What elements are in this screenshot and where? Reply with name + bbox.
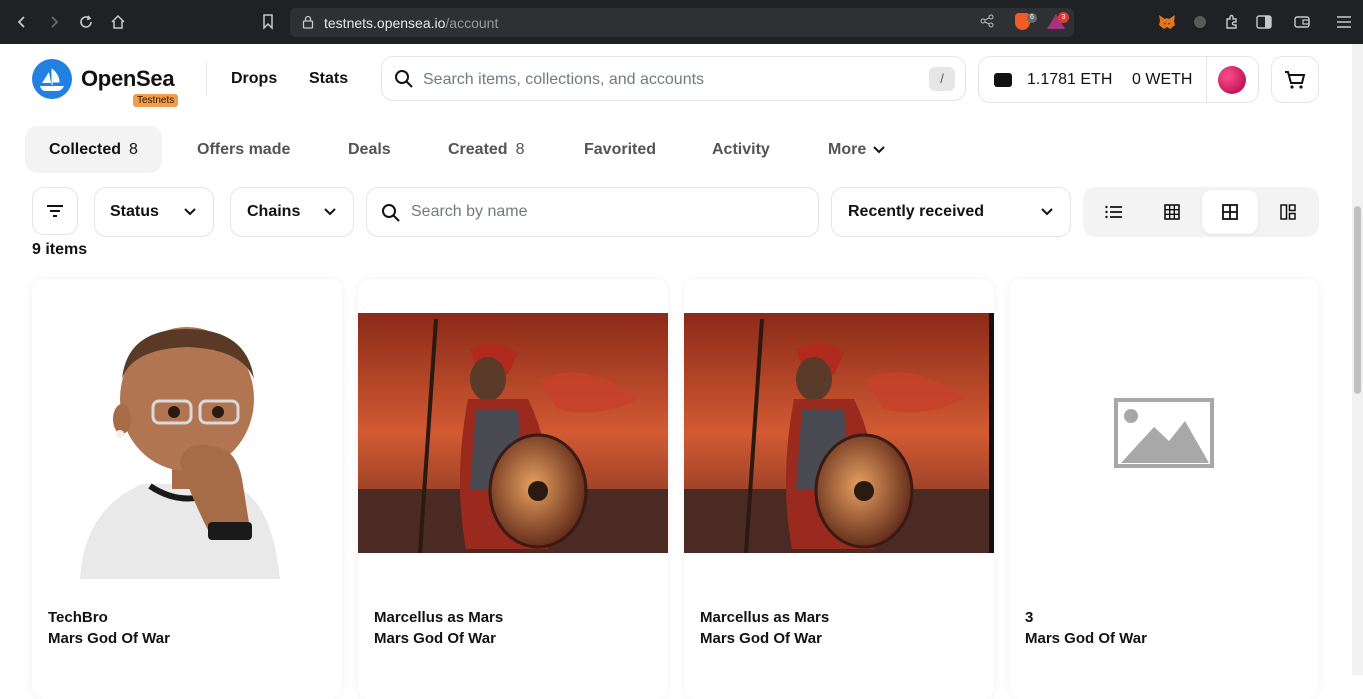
tab-activity[interactable]: Activity <box>688 126 794 173</box>
nav-drops-link[interactable]: Drops <box>231 70 277 88</box>
nft-card[interactable]: Marcellus as Mars Mars God Of War <box>684 279 994 699</box>
tab-favorited[interactable]: Favorited <box>560 126 680 173</box>
search-icon <box>395 70 413 88</box>
global-search-input[interactable]: Search items, collections, and accounts … <box>381 56 966 101</box>
large-grid-view-button[interactable] <box>1202 190 1258 234</box>
site-header: OpenSea Testnets Drops Stats Search item… <box>0 44 1352 116</box>
small-grid-view-button[interactable] <box>1144 190 1200 234</box>
sort-dropdown[interactable]: Recently received <box>831 187 1071 237</box>
view-mode-toggle <box>1083 187 1319 237</box>
search-icon <box>382 204 400 222</box>
search-placeholder: Search items, collections, and accounts <box>423 71 705 88</box>
wallet-balance-button[interactable]: 1.1781 ETH 0 WETH <box>978 56 1259 103</box>
nft-card[interactable]: TechBro Mars God Of War <box>32 279 342 699</box>
filter-toggle-button[interactable] <box>32 187 78 235</box>
items-count: 9 items <box>32 241 88 258</box>
image-placeholder-icon <box>1114 398 1214 468</box>
search-shortcut-key: / <box>929 67 955 91</box>
sort-label: Recently received <box>848 203 985 220</box>
wallet-icon[interactable] <box>1293 13 1311 31</box>
bookmark-icon[interactable] <box>258 12 278 32</box>
small-grid-icon <box>1164 204 1180 220</box>
nft-image-warrior <box>684 279 994 589</box>
url-text: testnets.opensea.io/account <box>324 15 499 31</box>
sidebar-toggle-icon[interactable] <box>1255 13 1273 31</box>
eth-balance: 1.1781 ETH <box>1027 71 1113 88</box>
back-icon[interactable] <box>12 12 32 32</box>
tab-more[interactable]: More <box>804 126 910 173</box>
share-icon[interactable] <box>980 14 994 31</box>
cart-button[interactable] <box>1271 56 1319 103</box>
nft-collection: Mars God Of War <box>48 630 170 647</box>
nft-card[interactable]: Marcellus as Mars Mars God Of War <box>358 279 668 699</box>
tab-created[interactable]: Created 8 <box>424 126 548 173</box>
nft-title: 3 <box>1025 609 1034 626</box>
tab-count: 8 <box>515 140 525 158</box>
scrollbar-thumb[interactable] <box>1354 206 1361 394</box>
chevron-down-icon <box>1041 208 1053 216</box>
nft-image-placeholder <box>1009 279 1319 589</box>
filter-lines-icon <box>47 205 63 217</box>
weth-balance: 0 WETH <box>1132 71 1193 88</box>
chains-label: Chains <box>247 203 301 220</box>
nft-card[interactable]: 3 Mars God Of War <box>1009 279 1319 699</box>
address-bar[interactable]: testnets.opensea.io/account <box>290 8 1074 37</box>
chains-dropdown[interactable]: Chains <box>230 187 354 237</box>
tab-label: Activity <box>712 140 770 158</box>
tab-label: Offers made <box>197 140 291 158</box>
nft-image-memoji <box>32 279 342 589</box>
nft-collection: Mars God Of War <box>700 630 822 647</box>
masonry-icon <box>1280 204 1296 220</box>
tab-label: Deals <box>348 140 391 158</box>
masonry-view-button[interactable] <box>1260 190 1316 234</box>
large-grid-icon <box>1222 204 1238 220</box>
testnets-badge: Testnets <box>133 94 179 107</box>
tab-label: Created <box>448 140 508 158</box>
tab-offers-made[interactable]: Offers made <box>173 126 314 173</box>
name-search-input[interactable]: Search by name <box>366 187 819 237</box>
forward-icon[interactable] <box>44 12 64 32</box>
chevron-down-icon <box>873 145 885 153</box>
tab-label: Favorited <box>584 140 657 158</box>
nft-collection: Mars God Of War <box>374 630 496 647</box>
chat-extension-icon[interactable] <box>1191 13 1209 31</box>
nav-stats-link[interactable]: Stats <box>309 70 348 88</box>
tab-count: 8 <box>129 140 138 158</box>
tab-label: Collected <box>49 140 122 158</box>
tab-deals[interactable]: Deals <box>324 126 415 173</box>
chevron-down-icon <box>324 208 336 216</box>
cart-icon <box>1285 70 1306 89</box>
opensea-logo-icon[interactable] <box>32 59 72 99</box>
nft-image-warrior <box>358 279 668 589</box>
status-label: Status <box>110 203 159 220</box>
chevron-down-icon <box>184 208 196 216</box>
list-view-button[interactable] <box>1086 190 1142 234</box>
lock-icon <box>302 15 314 29</box>
rewards-count-badge: 3 <box>1058 12 1069 23</box>
tab-label: More <box>828 140 867 158</box>
menu-icon[interactable] <box>1335 13 1353 31</box>
name-search-placeholder: Search by name <box>411 203 528 220</box>
nft-title: Marcellus as Mars <box>700 609 830 626</box>
extensions-puzzle-icon[interactable] <box>1223 13 1241 31</box>
home-icon[interactable] <box>108 12 128 32</box>
logo-wordmark[interactable]: OpenSea <box>81 66 175 92</box>
list-icon <box>1105 205 1122 219</box>
browser-toolbar: testnets.opensea.io/account 6 3 <box>0 0 1363 44</box>
shield-count-badge: 6 <box>1027 13 1037 23</box>
nft-collection: Mars God Of War <box>1025 630 1147 647</box>
nft-title: TechBro <box>48 609 108 626</box>
tab-collected[interactable]: Collected 8 <box>25 126 162 173</box>
header-divider <box>206 62 207 96</box>
wallet-divider <box>1206 57 1207 102</box>
status-dropdown[interactable]: Status <box>94 187 214 237</box>
reload-icon[interactable] <box>76 12 96 32</box>
profile-avatar[interactable] <box>1218 66 1246 94</box>
wallet-icon <box>994 73 1012 87</box>
page-scrollbar[interactable] <box>1352 44 1363 675</box>
nft-title: Marcellus as Mars <box>374 609 504 626</box>
metamask-fox-icon[interactable] <box>1158 13 1176 31</box>
